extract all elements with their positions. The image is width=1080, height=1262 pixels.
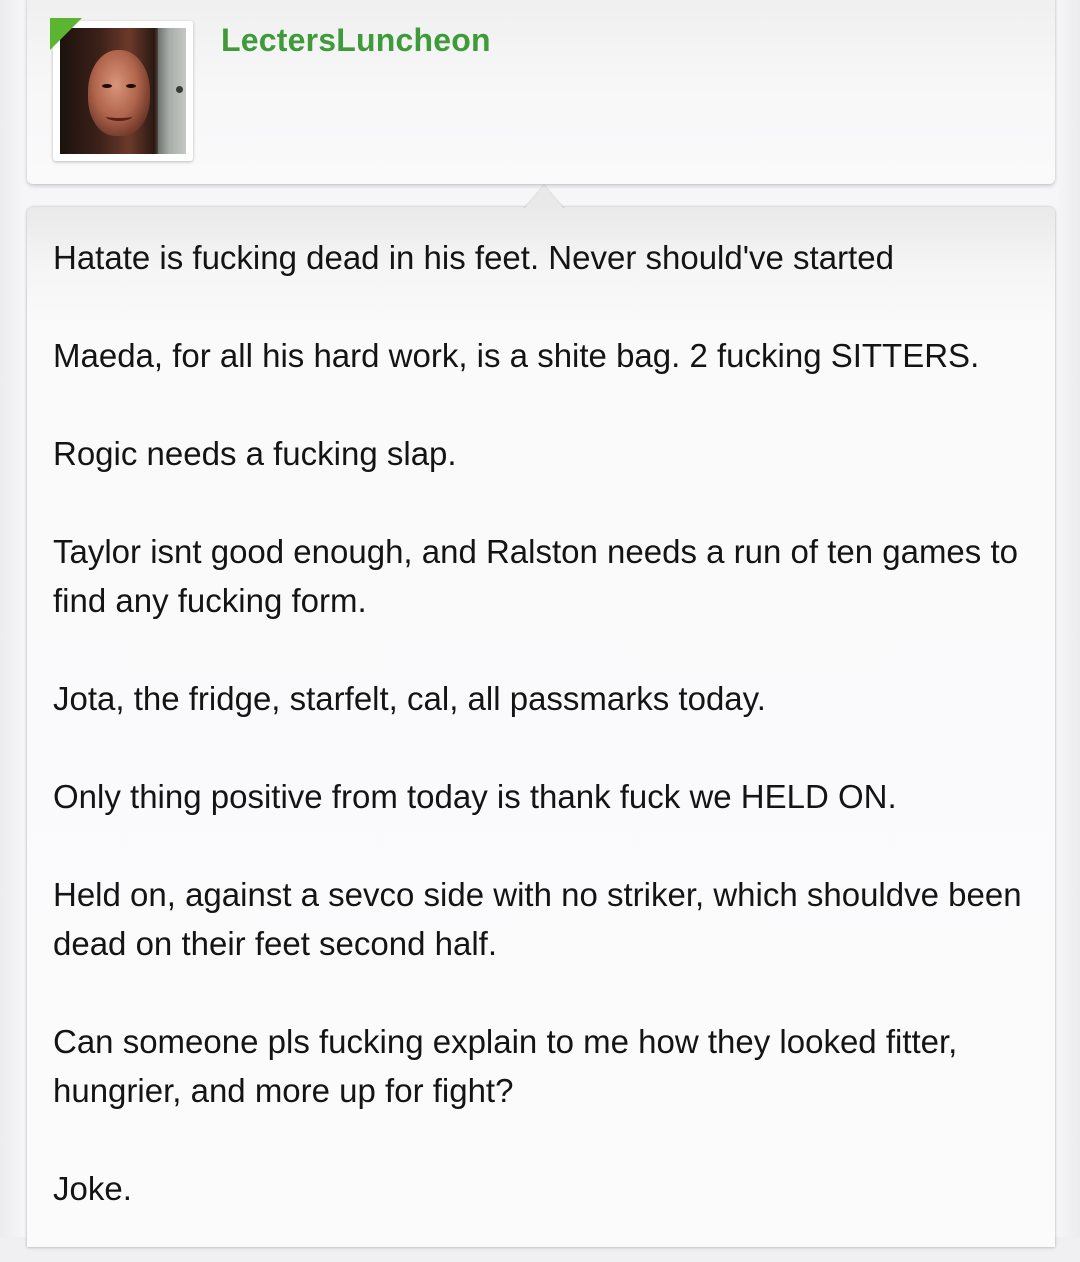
post-paragraph: Hatate is fucking dead in his feet. Neve… [53, 239, 894, 276]
post-paragraph: Can someone pls fucking explain to me ho… [53, 1023, 958, 1109]
speech-pointer [525, 186, 563, 208]
post-paragraph: Jota, the fridge, starfelt, cal, all pas… [53, 680, 766, 717]
post-message: Hatate is fucking dead in his feet. Neve… [27, 207, 1055, 1247]
post-paragraph: Joke. [53, 1170, 132, 1207]
post-paragraph: Held on, against a sevco side with no st… [53, 876, 1022, 962]
post-author-header: LectersLuncheon [27, 0, 1055, 184]
post-paragraph: Maeda, for all his hard work, is a shite… [53, 337, 980, 374]
post-paragraph: Taylor isnt good enough, and Ralston nee… [53, 533, 1018, 619]
post-paragraph: Only thing positive from today is thank … [53, 778, 897, 815]
page: LectersLuncheon Hatate is fucking dead i… [0, 0, 1080, 1247]
username-link[interactable]: LectersLuncheon [221, 20, 491, 60]
post-body: Hatate is fucking dead in his feet. Neve… [53, 233, 1043, 1262]
avatar-face-shape [88, 50, 150, 136]
post-paragraph: Rogic needs a fucking slap. [53, 435, 457, 472]
online-status-indicator [50, 18, 82, 50]
